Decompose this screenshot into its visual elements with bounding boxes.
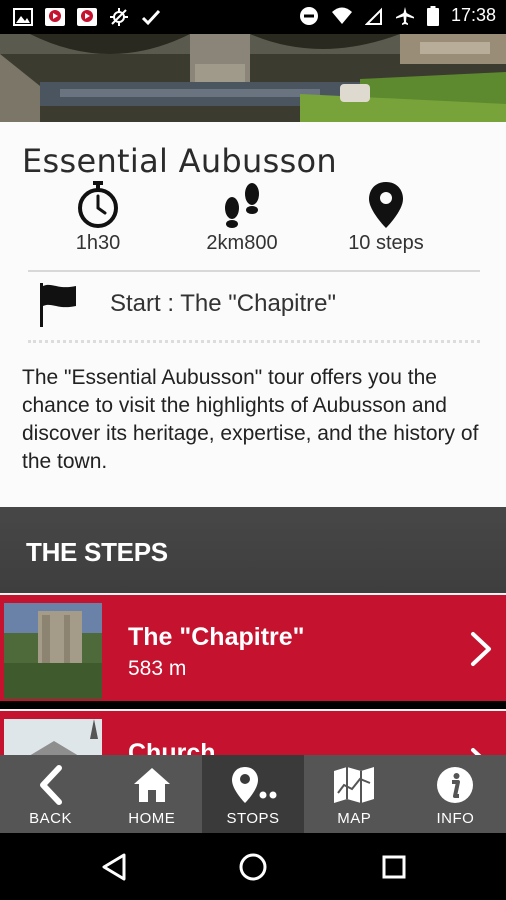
system-recents-icon[interactable] [380,852,408,882]
dotted-divider [28,340,480,343]
check-icon [141,9,161,26]
battery-icon [426,5,439,26]
nav-map-button[interactable]: MAP [304,755,405,833]
dnd-icon [299,6,318,25]
stops-pin-icon [232,767,277,803]
system-navigation-bar [0,833,506,900]
youtube-icon [77,8,97,26]
location-pin-icon [369,182,403,228]
nav-stops-button[interactable]: STOPS [202,755,304,833]
nav-label: STOPS [226,810,280,827]
steps-title: THE STEPS [26,537,168,567]
start-point: Start : The "Chapitre" [28,278,480,334]
duration-value: 1h30 [75,232,121,254]
flag-icon [40,283,76,327]
status-bar: 17:38 [0,0,506,34]
map-icon [334,767,375,803]
nav-label: INFO [436,810,475,827]
step-row-chapitre[interactable]: The "Chapitre" 583 m [0,593,506,701]
nav-home-button[interactable]: HOME [101,755,202,833]
stopwatch-icon [78,181,118,228]
duration-stat: 1h30 [18,180,178,255]
wifi-icon [331,7,352,24]
tour-hero-image [0,34,506,122]
bottom-navigation: BACK HOME STOPS MAP INFO [0,755,506,833]
no-signal-icon [364,7,382,25]
tour-description: The "Essential Aubusson" tour offers you… [22,366,479,473]
nav-label: BACK [29,810,73,827]
steps-header: THE STEPS [0,507,506,593]
youtube-icon [45,8,65,26]
system-back-icon[interactable] [100,852,128,882]
info-icon [437,767,474,803]
step-distance: 583 m [128,657,187,680]
step-name: The "Chapitre" [128,623,305,651]
nav-label: MAP [337,810,372,827]
nav-info-button[interactable]: INFO [405,755,506,833]
divider [28,270,480,272]
home-icon [133,768,170,802]
hero-photo [0,34,506,122]
nav-label: HOME [128,810,176,827]
clock: 17:38 [450,5,496,25]
system-home-icon[interactable] [238,852,268,882]
step-thumbnail [4,603,102,699]
steps-stat: 10 steps [306,180,466,255]
footprints-icon [225,183,259,228]
distance-stat: 2km800 [162,180,322,255]
chevron-right-icon [471,632,491,666]
gallery-icon [13,8,33,26]
tour-details: Essential Aubusson 1h30 2km800 10 steps [0,122,506,507]
start-label: Start : The "Chapitre" [110,290,337,317]
nav-back-button[interactable]: BACK [0,755,101,833]
system-icons: 17:38 [299,5,496,26]
no-gps-icon [110,8,128,26]
back-arrow-icon [39,765,62,805]
steps-count: 10 steps [348,232,424,254]
distance-value: 2km800 [206,232,278,254]
airplane-icon [395,6,414,25]
tour-title: Essential Aubusson [22,142,338,180]
notification-icons [12,6,162,28]
